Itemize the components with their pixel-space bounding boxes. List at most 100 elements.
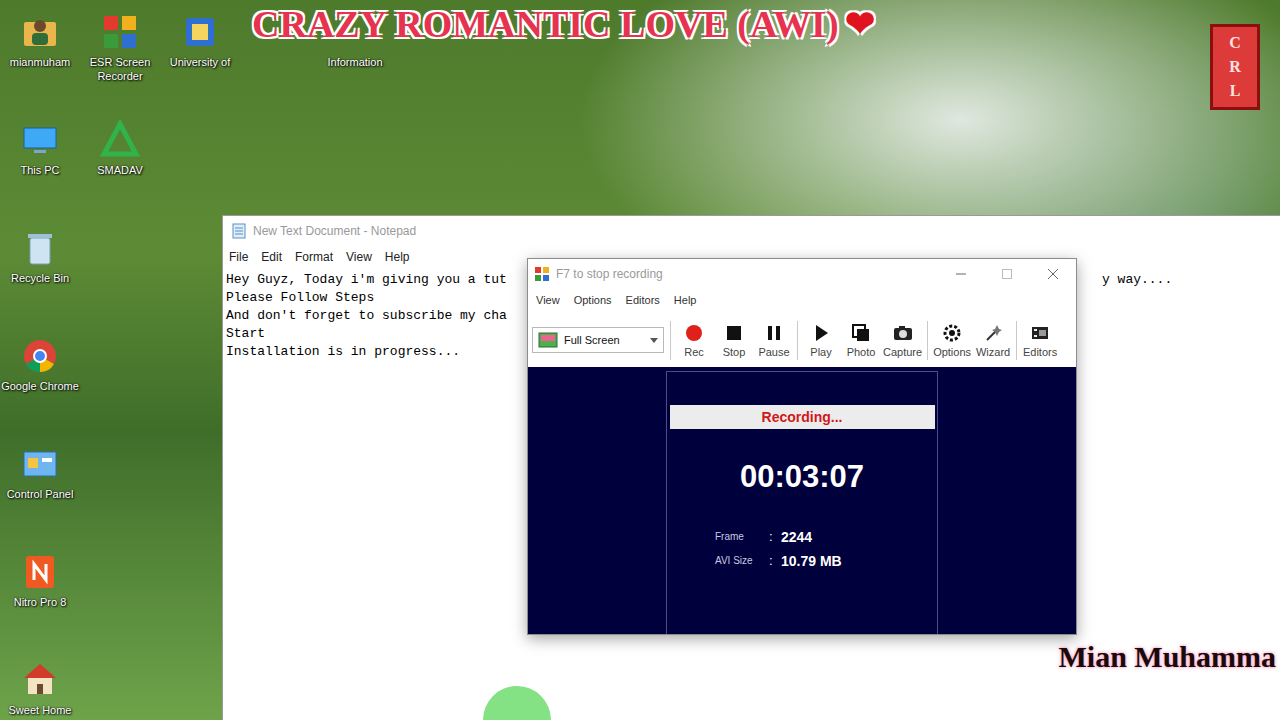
desktop-icon[interactable]: Sweet Home xyxy=(0,648,80,720)
minimize-button[interactable] xyxy=(938,259,984,289)
photo-button[interactable]: Photo xyxy=(841,321,881,360)
recording-display: Recording...00:03:07Frame:2244AVI Size:1… xyxy=(528,367,1076,634)
banner-text: CRAZY ROMANTIC LOVE (AWI) xyxy=(252,2,839,46)
tool-label: Photo xyxy=(847,346,876,358)
desktop-icon-label: This PC xyxy=(1,164,79,178)
tool-label: Editors xyxy=(1023,346,1057,358)
recorder-menu-bar: View Options Editors Help xyxy=(528,289,1076,311)
menu-item[interactable]: View xyxy=(536,294,560,306)
icon-column: mianmuham This PC Recycle Bin Google Chrome… xyxy=(0,0,80,720)
tool-group: Play Photo Capture xyxy=(797,321,927,360)
bin-icon xyxy=(20,228,60,268)
menu-item[interactable]: File xyxy=(229,250,248,264)
source-value: Full Screen xyxy=(564,334,644,346)
rec-button[interactable]: Rec xyxy=(674,321,714,360)
options-icon xyxy=(942,323,962,343)
desktop-icon-label: Information xyxy=(316,56,394,70)
pc-icon xyxy=(20,120,60,160)
tool-label: Wizard xyxy=(976,346,1010,358)
desktop-icon[interactable]: Google Chrome xyxy=(0,324,80,432)
tool-label: Pause xyxy=(758,346,789,358)
home-icon xyxy=(20,660,60,700)
menu-item[interactable]: Format xyxy=(295,250,333,264)
close-button[interactable] xyxy=(1030,259,1076,289)
panel-icon xyxy=(20,444,60,484)
maximize-icon xyxy=(1002,269,1012,279)
pause-icon xyxy=(764,323,784,343)
icon-column: ESR Screen RecorderSMADAV xyxy=(80,0,160,720)
desktop-icon-label: Nitro Pro 8 xyxy=(1,596,79,610)
desktop-icon-label: Control Panel xyxy=(1,488,79,502)
stop-button[interactable]: Stop xyxy=(714,321,754,360)
play-button[interactable]: Play xyxy=(801,321,841,360)
pause-button[interactable]: Pause xyxy=(754,321,794,360)
line-text: Hey Guyz, Today i'm giving you a tut xyxy=(226,272,507,287)
app-icon xyxy=(180,12,220,52)
desktop-icon[interactable]: This PC xyxy=(0,108,80,216)
desktop-icon[interactable]: University of xyxy=(160,0,240,108)
tool-group: Rec Stop Pause xyxy=(670,321,797,360)
desktop-icon-label: mianmuham xyxy=(1,56,79,70)
wizard-button[interactable]: Wizard xyxy=(973,321,1013,360)
watermark: Mian Muhamma xyxy=(1059,640,1277,674)
stat-separator: : xyxy=(769,525,781,549)
desktop-icon[interactable]: SMADAV xyxy=(80,108,160,216)
recorder-window[interactable]: F7 to stop recording View Options Editors He… xyxy=(527,258,1077,635)
badge-text: CRL xyxy=(1227,31,1243,103)
desktop-icon-label: University of xyxy=(161,56,239,70)
tool-label: Capture xyxy=(883,346,922,358)
menu-item[interactable]: Editors xyxy=(626,294,660,306)
source-dropdown[interactable]: Full Screen xyxy=(532,327,664,353)
tool-label: Options xyxy=(933,346,971,358)
stat-value: 10.79 MB xyxy=(781,549,937,573)
nitro-icon xyxy=(20,552,60,592)
esr-icon xyxy=(100,12,140,52)
editors-icon xyxy=(1030,323,1050,343)
notepad-title-bar[interactable]: New Text Document - Notepad xyxy=(223,216,1280,246)
play-icon xyxy=(811,323,831,343)
capture-button[interactable]: Capture xyxy=(881,321,924,360)
desktop-icon[interactable]: Recycle Bin xyxy=(0,216,80,324)
heart-icon: ❤ xyxy=(845,3,875,45)
recording-stats: Frame:2244AVI Size:10.79 MB xyxy=(667,525,937,573)
stat-row: Frame:2244 xyxy=(715,525,937,549)
recorder-title: F7 to stop recording xyxy=(556,267,932,281)
stop-icon xyxy=(724,323,744,343)
tool-group: Editors xyxy=(1016,321,1063,360)
menu-item[interactable]: Options xyxy=(574,294,612,306)
desktop-icon[interactable]: ESR Screen Recorder xyxy=(80,0,160,108)
wizard-icon xyxy=(983,323,1003,343)
desktop-icon[interactable]: Control Panel xyxy=(0,432,80,540)
channel-badge: CRL xyxy=(1210,24,1260,110)
status-panel: Recording...00:03:07Frame:2244AVI Size:1… xyxy=(666,371,938,634)
desktop-icon-label: Google Chrome xyxy=(1,380,79,394)
options-button[interactable]: Options xyxy=(931,321,973,360)
banner-title: CRAZY ROMANTIC LOVE (AWI)❤ xyxy=(252,2,875,46)
editors-button[interactable]: Editors xyxy=(1020,321,1060,360)
recorder-app-icon xyxy=(534,266,550,282)
photo-icon xyxy=(851,323,871,343)
capture-icon xyxy=(893,323,913,343)
recorder-toolbar: Full Screen Rec Stop Pause Play Photo Capture O… xyxy=(528,311,1076,367)
stat-label: Frame xyxy=(715,525,769,549)
elapsed-time: 00:03:07 xyxy=(740,459,864,495)
chrome-icon xyxy=(20,336,60,376)
desktop-icon-label: Recycle Bin xyxy=(1,272,79,286)
maximize-button[interactable] xyxy=(984,259,1030,289)
menu-item[interactable]: Help xyxy=(674,294,697,306)
desktop-icon[interactable]: Nitro Pro 8 xyxy=(0,540,80,648)
line-tail: y way.... xyxy=(1102,271,1172,289)
notepad-title: New Text Document - Notepad xyxy=(253,224,416,238)
desktop: mianmuham This PC Recycle Bin Google Chrome… xyxy=(0,0,1280,720)
desktop-icon[interactable]: mianmuham xyxy=(0,0,80,108)
minimize-icon xyxy=(956,269,966,279)
menu-item[interactable]: Help xyxy=(385,250,410,264)
menu-item[interactable]: Edit xyxy=(261,250,282,264)
rec-icon xyxy=(684,323,704,343)
tool-group: Options Wizard xyxy=(927,321,1016,360)
tool-label: Stop xyxy=(723,346,746,358)
menu-item[interactable]: View xyxy=(346,250,372,264)
screen-icon xyxy=(538,332,558,348)
recorder-title-bar[interactable]: F7 to stop recording xyxy=(528,259,1076,289)
line-text: Please Follow Steps xyxy=(226,290,374,305)
